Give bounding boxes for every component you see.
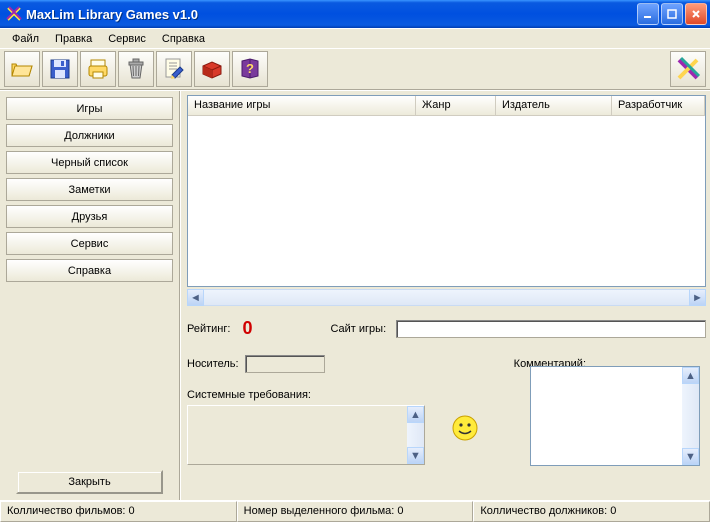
table-header: Название игры Жанр Издатель Разработчик: [188, 96, 705, 116]
scroll-down-icon[interactable]: ▼: [407, 447, 424, 464]
comment-field[interactable]: ▲ ▼: [530, 366, 700, 466]
scroll-track[interactable]: [204, 289, 689, 306]
client-area: Игры Должники Черный список Заметки Друз…: [0, 90, 710, 500]
sidebar: Игры Должники Черный список Заметки Друз…: [0, 91, 180, 500]
column-name[interactable]: Название игры: [188, 96, 416, 116]
sidebar-item-notes[interactable]: Заметки: [6, 178, 173, 201]
scroll-up-icon[interactable]: ▲: [682, 367, 699, 384]
scroll-up-icon[interactable]: ▲: [407, 406, 424, 423]
status-selected-film: Номер выделенного фильма: 0: [237, 501, 474, 522]
sidebar-item-blacklist[interactable]: Черный список: [6, 151, 173, 174]
comment-vscroll[interactable]: ▲ ▼: [682, 367, 699, 465]
save-button[interactable]: [42, 51, 78, 87]
column-publisher[interactable]: Издатель: [496, 96, 612, 116]
sidebar-item-debtors[interactable]: Должники: [6, 124, 173, 147]
table-hscroll[interactable]: ◄ ►: [187, 289, 706, 306]
menu-help[interactable]: Справка: [154, 31, 213, 47]
menu-file[interactable]: Файл: [4, 31, 47, 47]
open-button[interactable]: [4, 51, 40, 87]
status-bar: Колличество фильмов: 0 Номер выделенного…: [0, 500, 710, 522]
sidebar-item-service[interactable]: Сервис: [6, 232, 173, 255]
help-button[interactable]: ?: [232, 51, 268, 87]
sidebar-item-friends[interactable]: Друзья: [6, 205, 173, 228]
column-genre[interactable]: Жанр: [416, 96, 496, 116]
rating-value: 0: [242, 318, 252, 339]
scroll-right-icon[interactable]: ►: [689, 289, 706, 306]
edit-button[interactable]: [156, 51, 192, 87]
scroll-left-icon[interactable]: ◄: [187, 289, 204, 306]
main-panel: Название игры Жанр Издатель Разработчик …: [180, 91, 710, 500]
smiley-icon: [451, 414, 479, 442]
media-field: [245, 355, 325, 373]
svg-text:?: ?: [246, 61, 254, 76]
sysreq-field[interactable]: ▲ ▼: [187, 405, 425, 465]
sidebar-item-games[interactable]: Игры: [6, 97, 173, 120]
toolbar: ?: [0, 48, 710, 90]
minimize-button[interactable]: [637, 3, 659, 25]
rating-label: Рейтинг:: [187, 323, 230, 335]
window-title: MaxLim Library Games v1.0: [26, 7, 635, 22]
maximize-button[interactable]: [661, 3, 683, 25]
logo-button[interactable]: [670, 51, 706, 87]
scroll-down-icon[interactable]: ▼: [682, 448, 699, 465]
menu-edit[interactable]: Правка: [47, 31, 100, 47]
close-window-button[interactable]: [685, 3, 707, 25]
title-bar: MaxLim Library Games v1.0: [0, 0, 710, 28]
box-button[interactable]: [194, 51, 230, 87]
site-label: Сайт игры:: [330, 323, 386, 335]
print-button[interactable]: [80, 51, 116, 87]
details-panel: Рейтинг: 0 Сайт игры: Носитель: Коммента…: [187, 306, 706, 500]
close-button[interactable]: Закрыть: [16, 470, 163, 494]
games-table[interactable]: Название игры Жанр Издатель Разработчик: [187, 95, 706, 287]
app-icon: [6, 6, 22, 22]
column-developer[interactable]: Разработчик: [612, 96, 705, 116]
sysreq-vscroll[interactable]: ▲ ▼: [407, 406, 424, 464]
media-label: Носитель:: [187, 358, 239, 370]
status-debtors-count: Колличество должников: 0: [473, 501, 710, 522]
status-films-count: Колличество фильмов: 0: [0, 501, 237, 522]
sidebar-item-help[interactable]: Справка: [6, 259, 173, 282]
menu-bar: Файл Правка Сервис Справка: [0, 28, 710, 48]
menu-service[interactable]: Сервис: [100, 31, 154, 47]
site-field[interactable]: [396, 320, 706, 338]
delete-button[interactable]: [118, 51, 154, 87]
